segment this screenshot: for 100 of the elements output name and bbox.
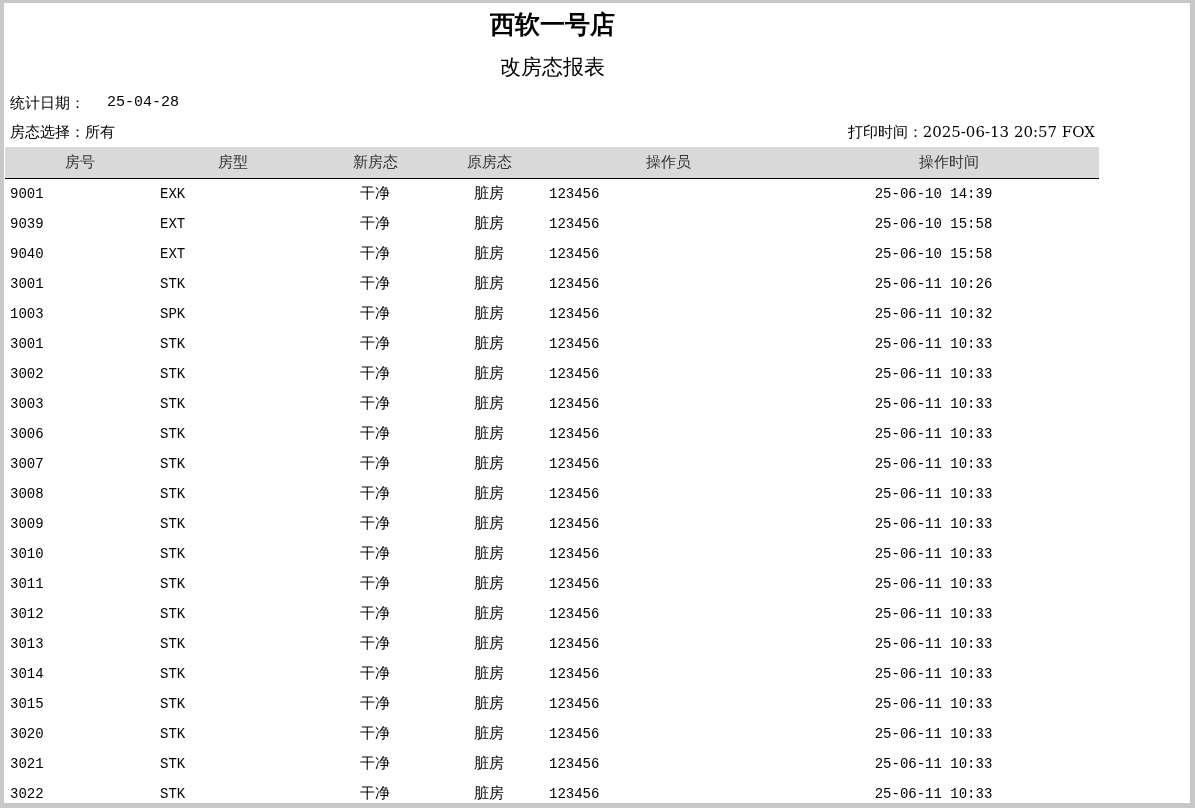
table-cell: 25-06-11 10:33 bbox=[874, 575, 993, 592]
table-cell: 脏房 bbox=[474, 453, 504, 472]
table-cell: STK bbox=[160, 485, 186, 502]
table-cell: 脏房 bbox=[474, 783, 504, 802]
table-cell: STK bbox=[160, 575, 186, 592]
table-cell: 123456 bbox=[549, 755, 600, 772]
table-cell: STK bbox=[160, 425, 186, 442]
table-cell: 9001 bbox=[10, 185, 44, 202]
table-cell: 123456 bbox=[549, 215, 600, 232]
table-cell: STK bbox=[160, 395, 186, 412]
table-cell: 123456 bbox=[549, 305, 600, 322]
table-cell: 25-06-11 10:33 bbox=[874, 725, 993, 742]
table-cell: 干净 bbox=[360, 543, 390, 562]
table-cell: 干净 bbox=[360, 243, 390, 262]
table-cell: 25-06-11 10:33 bbox=[874, 695, 993, 712]
table-cell: 3006 bbox=[10, 425, 44, 442]
table-cell: 脏房 bbox=[474, 513, 504, 532]
table-cell: STK bbox=[160, 755, 186, 772]
column-header: 操作员 bbox=[645, 153, 691, 171]
table-cell: 脏房 bbox=[474, 483, 504, 502]
table-cell: STK bbox=[160, 455, 186, 472]
table-cell: 3010 bbox=[10, 545, 44, 562]
table-cell: 干净 bbox=[360, 753, 390, 772]
table-cell: 脏房 bbox=[474, 693, 504, 712]
table-cell: 脏房 bbox=[474, 423, 504, 442]
table-cell: 脏房 bbox=[474, 303, 504, 322]
table-cell: 3014 bbox=[10, 665, 44, 682]
table-cell: EXK bbox=[160, 185, 186, 202]
table-cell: EXT bbox=[160, 215, 186, 232]
table-cell: 3011 bbox=[10, 575, 44, 592]
table-cell: 123456 bbox=[549, 635, 600, 652]
table-cell: 25-06-11 10:33 bbox=[874, 785, 993, 802]
table-cell: 3007 bbox=[10, 455, 44, 472]
table-cell: 干净 bbox=[360, 184, 390, 202]
table-cell: 脏房 bbox=[474, 184, 504, 202]
table-cell: 脏房 bbox=[474, 753, 504, 772]
table-cell: 脏房 bbox=[474, 723, 504, 742]
table-cell: 3021 bbox=[10, 755, 44, 772]
table-cell: 25-06-11 10:33 bbox=[874, 455, 993, 472]
table-cell: EXT bbox=[160, 245, 186, 262]
table-cell: 干净 bbox=[360, 333, 390, 352]
status-filter-text: 房态选择：所有 bbox=[10, 121, 115, 143]
table-cell: 25-06-11 10:33 bbox=[874, 755, 993, 772]
table-cell: 脏房 bbox=[474, 663, 504, 682]
table-cell: 123456 bbox=[549, 425, 600, 442]
table-cell: 123456 bbox=[549, 605, 600, 622]
table-cell: 123456 bbox=[549, 335, 600, 352]
table-cell: 脏房 bbox=[474, 273, 504, 292]
table-cell: 3009 bbox=[10, 515, 44, 532]
column-header: 原房态 bbox=[466, 153, 512, 171]
table-cell: 25-06-11 10:33 bbox=[874, 365, 993, 382]
table-cell: 123456 bbox=[549, 185, 600, 202]
table-cell: 3008 bbox=[10, 485, 44, 502]
table-cell: 3015 bbox=[10, 695, 44, 712]
table-cell: 干净 bbox=[360, 213, 390, 232]
table-cell: 3003 bbox=[10, 395, 44, 412]
table-cell: STK bbox=[160, 335, 186, 352]
table-cell: 干净 bbox=[360, 273, 390, 292]
date-label: 统计日期： bbox=[10, 92, 85, 114]
table-cell: 123456 bbox=[549, 545, 600, 562]
date-value: 25-04-28 bbox=[107, 92, 179, 113]
table-cell: 干净 bbox=[360, 603, 390, 622]
table-cell: 25-06-10 14:39 bbox=[874, 185, 993, 202]
table-cell: 3012 bbox=[10, 605, 44, 622]
table-cell: 123456 bbox=[549, 245, 600, 262]
table-cell: 1003 bbox=[10, 305, 44, 322]
table-cell: 干净 bbox=[360, 393, 390, 412]
table-cell: 干净 bbox=[360, 513, 390, 532]
table-cell: 9039 bbox=[10, 215, 44, 232]
table-cell: 123456 bbox=[549, 665, 600, 682]
table-cell: 123456 bbox=[549, 515, 600, 532]
table-cell: 脏房 bbox=[474, 543, 504, 562]
table-cell: STK bbox=[160, 635, 186, 652]
table-cell: 25-06-11 10:33 bbox=[874, 515, 993, 532]
table-cell: 123456 bbox=[549, 275, 600, 292]
table-cell: 干净 bbox=[360, 573, 390, 592]
report-title: 改房态报表 bbox=[499, 54, 605, 81]
table-cell: SPK bbox=[160, 305, 186, 322]
table-cell: 3001 bbox=[10, 335, 44, 352]
table-cell: 25-06-11 10:33 bbox=[874, 485, 993, 502]
table-cell: 25-06-11 10:33 bbox=[874, 395, 993, 412]
table-cell: 25-06-11 10:33 bbox=[874, 545, 993, 562]
table-cell: 干净 bbox=[360, 423, 390, 442]
table-cell: 脏房 bbox=[474, 243, 504, 262]
table-cell: 25-06-11 10:26 bbox=[874, 275, 993, 292]
column-header: 新房态 bbox=[352, 153, 398, 171]
table-cell: 25-06-11 10:33 bbox=[874, 635, 993, 652]
table-cell: 25-06-11 10:33 bbox=[874, 335, 993, 352]
table-cell: 25-06-10 15:58 bbox=[874, 215, 993, 232]
column-header: 操作时间 bbox=[918, 153, 979, 171]
table-cell: 脏房 bbox=[474, 603, 504, 622]
table-cell: 123456 bbox=[549, 485, 600, 502]
table-cell: 脏房 bbox=[474, 213, 504, 232]
table-cell: 25-06-11 10:32 bbox=[874, 305, 993, 322]
table-cell: 3013 bbox=[10, 635, 44, 652]
table-cell: 干净 bbox=[360, 693, 390, 712]
column-header: 房号 bbox=[65, 153, 95, 171]
table-cell: 123456 bbox=[549, 725, 600, 742]
table-cell: 123456 bbox=[549, 365, 600, 382]
table-cell: STK bbox=[160, 665, 186, 682]
